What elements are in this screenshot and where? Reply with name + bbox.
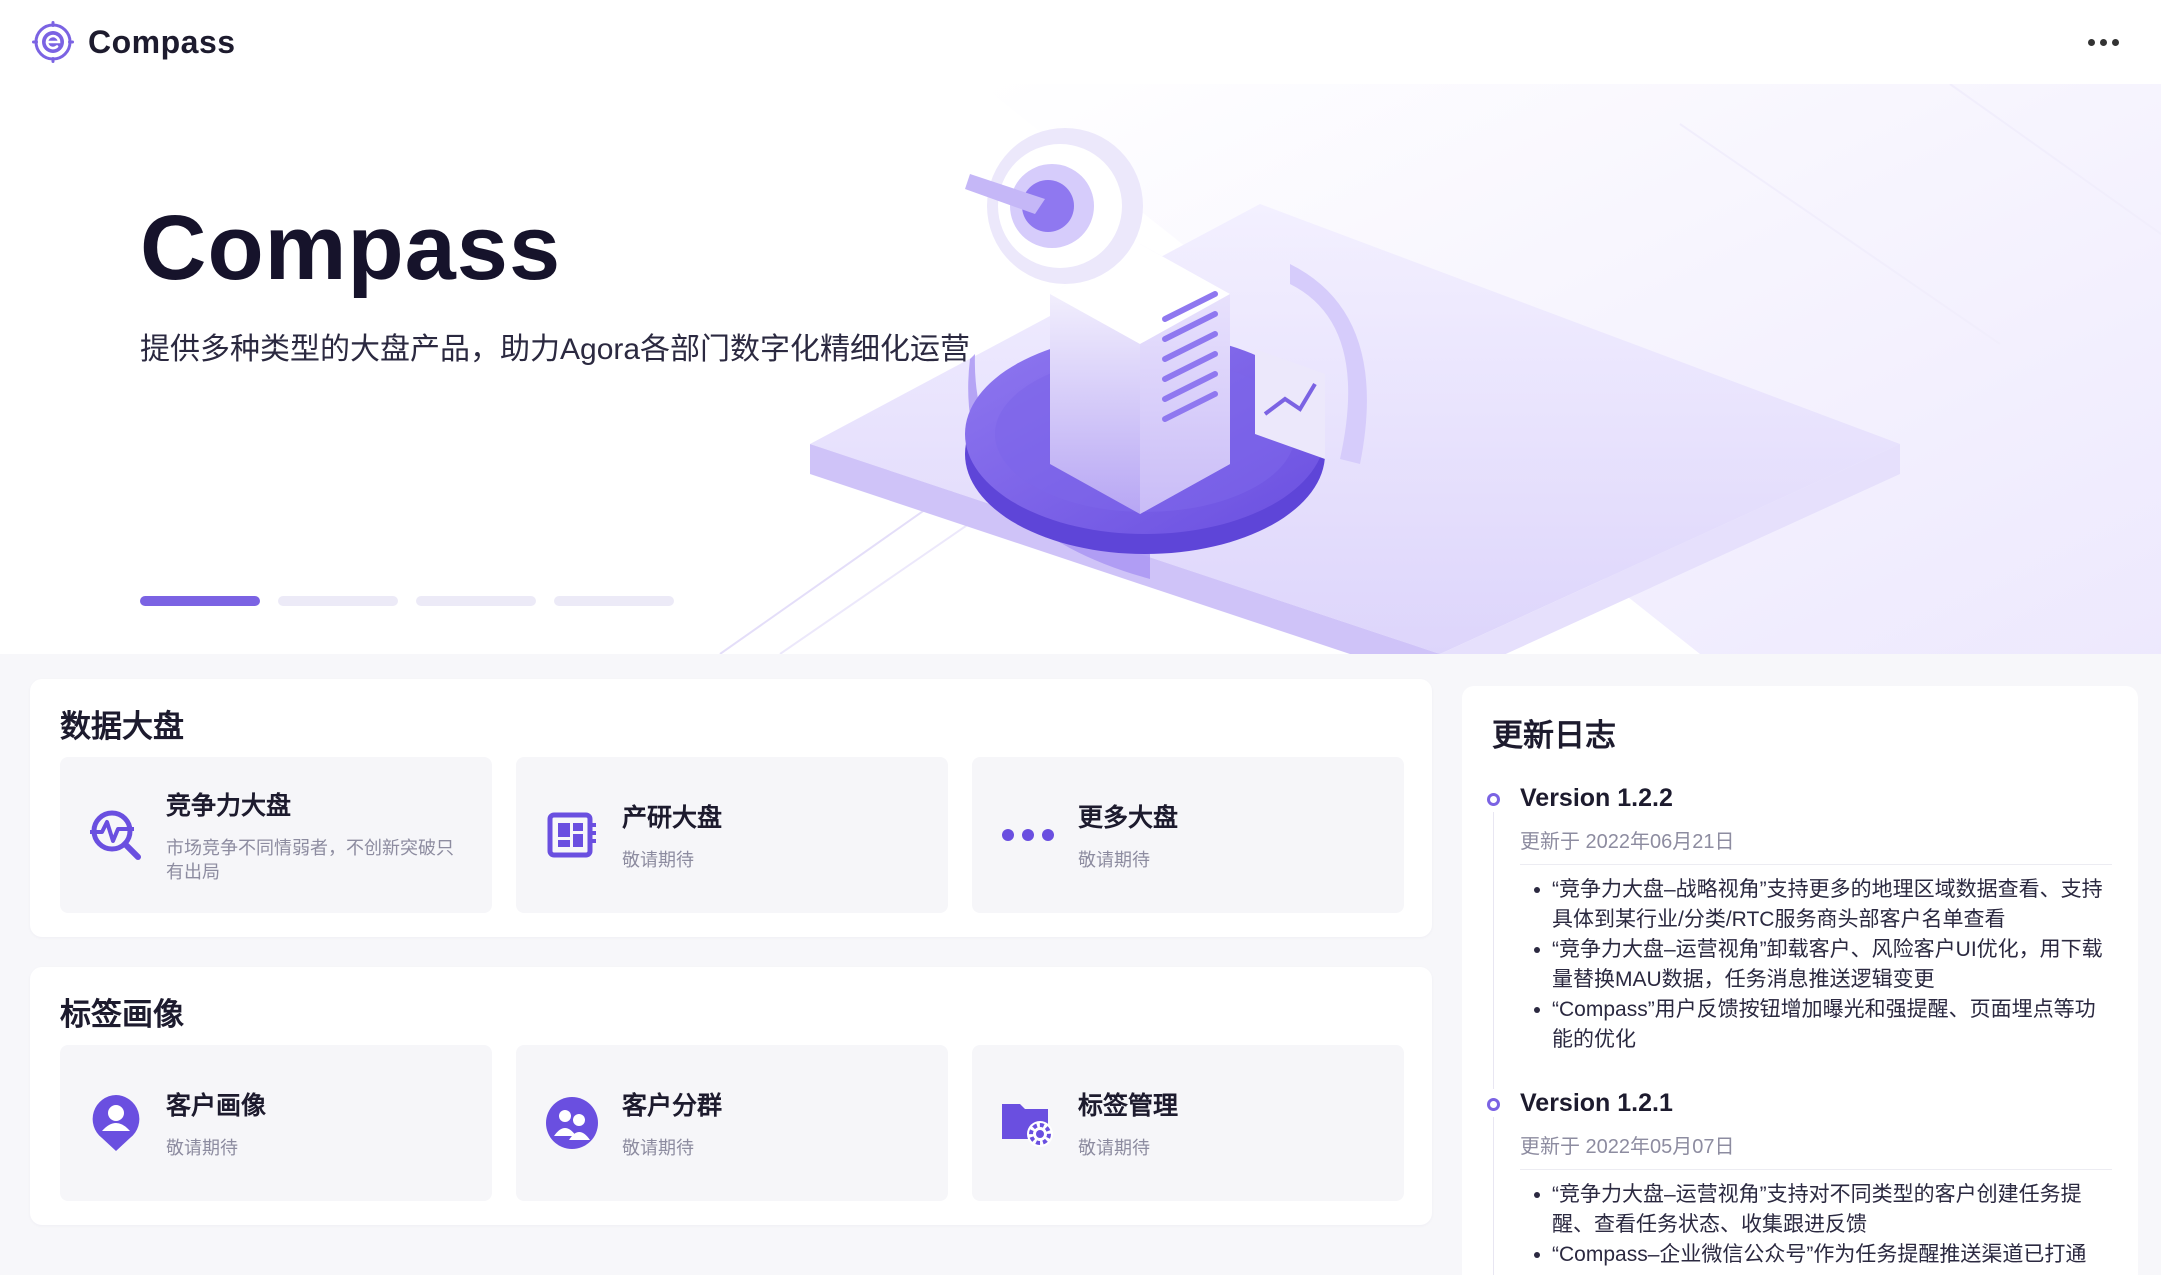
carousel-dot-2[interactable] [278,596,398,606]
version-name: Version 1.2.2 [1520,784,1673,812]
version-item: “Compass–企业微信公众号”作为任务提醒推送渠道已打通 [1520,1240,2112,1270]
card-desc: 市场竞争不同情弱者，不创新突破只有出局 [166,838,454,882]
compass-logo-icon [32,21,74,63]
more-dots-icon [2088,38,2095,46]
dashboards-cards: 竞争力大盘 市场竞争不同情弱者，不创新突破只有出局 产研大盘 敬请期待 更多大盘… [60,757,1404,913]
timeline-node-icon [1487,793,1500,806]
version-item: “Compass”用户反馈按钮增加曝光和强提醒、页面埋点等功能的优化 [1520,995,2112,1055]
version-items: “竞争力大盘–运营视角”支持对不同类型的客户创建任务提醒、查看任务状态、收集跟进… [1520,1180,2112,1270]
card-desc: 敬请期待 [166,1138,238,1158]
card-more-dashboards[interactable]: 更多大盘 敬请期待 [972,757,1404,913]
changelog-panel: 更新日志 Version 1.2.2 更新于 2022年06月21日 “竞争力大… [1462,686,2138,1275]
tags-title: 标签画像 [60,997,184,1032]
version-item: “竞争力大盘–战略视角”支持更多的地理区域数据查看、支持具体到某行业/分类/RT… [1520,875,2112,935]
card-title: 客户分群 [622,1092,723,1120]
card-rd-dashboard[interactable]: 产研大盘 敬请期待 [516,757,948,913]
card-title: 更多大盘 [1078,804,1179,832]
hero-subtitle: 提供多种类型的大盘产品，助力Agora各部门数字化精细化运营 [140,333,971,366]
carousel-dot-3[interactable] [416,596,536,606]
hero-banner: Compass 提供多种类型的大盘产品，助力Agora各部门数字化精细化运营 [0,84,2161,654]
brand-name: Compass [88,23,236,60]
card-desc: 敬请期待 [1078,850,1150,870]
card-tag-management[interactable]: 标签管理 敬请期待 [972,1045,1404,1201]
version-name: Version 1.2.1 [1520,1089,1673,1117]
carousel-dot-4[interactable] [554,596,674,606]
version-items: “竞争力大盘–战略视角”支持更多的地理区域数据查看、支持具体到某行业/分类/RT… [1520,875,2112,1055]
dashboard-grid-icon [540,803,604,867]
server-illustration [719,84,2161,654]
card-title: 竞争力大盘 [166,792,292,820]
changelog-timeline: Version 1.2.2 更新于 2022年06月21日 “竞争力大盘–战略视… [1487,784,2112,1275]
card-desc: 敬请期待 [622,850,694,870]
card-title: 产研大盘 [622,804,723,832]
carousel-pager [140,596,674,606]
card-desc: 敬请期待 [622,1138,694,1158]
user-pin-icon [84,1091,148,1155]
dashboards-title: 数据大盘 [60,709,184,744]
version-date: 更新于 2022年05月07日 [1520,1130,2112,1170]
card-title: 标签管理 [1078,1092,1179,1120]
tags-panel: 标签画像 客户画像 敬请期待 客户分群 敬请期待 标签管理 敬请期待 [30,967,1432,1225]
pulse-search-icon [84,803,148,867]
card-customer-portrait[interactable]: 客户画像 敬请期待 [60,1045,492,1201]
version-entry: Version 1.2.1 更新于 2022年05月07日 “竞争力大盘–运营视… [1487,1089,2112,1275]
top-bar: Compass [0,0,2161,84]
timeline-node-icon [1487,1098,1500,1111]
folder-gear-icon [996,1091,1060,1155]
brand[interactable]: Compass [30,19,236,65]
version-entry: Version 1.2.2 更新于 2022年06月21日 “竞争力大盘–战略视… [1487,784,2112,1089]
version-item: “竞争力大盘–运营视角”支持对不同类型的客户创建任务提醒、查看任务状态、收集跟进… [1520,1180,2112,1240]
timeline-rail [1493,1117,1494,1275]
tags-cards: 客户画像 敬请期待 客户分群 敬请期待 标签管理 敬请期待 [60,1045,1404,1201]
dashboards-panel: 数据大盘 竞争力大盘 市场竞争不同情弱者，不创新突破只有出局 产研大盘 敬请期待… [30,679,1432,937]
timeline-rail [1493,812,1494,1089]
card-title: 客户画像 [166,1092,267,1120]
carousel-dot-1[interactable] [140,596,260,606]
changelog-title: 更新日志 [1492,718,1616,753]
card-customer-segments[interactable]: 客户分群 敬请期待 [516,1045,948,1201]
more-menu-button[interactable] [2080,31,2127,54]
version-item: “竞争力大盘–运营视角”卸载客户、风险客户UI优化，用下载量替换MAU数据，任务… [1520,935,2112,995]
user-group-icon [540,1091,604,1155]
card-competitiveness-dashboard[interactable]: 竞争力大盘 市场竞争不同情弱者，不创新突破只有出局 [60,757,492,913]
hero-title: Compass [140,197,562,299]
card-desc: 敬请期待 [1078,1138,1150,1158]
more-dots-icon [996,803,1060,867]
version-date: 更新于 2022年06月21日 [1520,825,2112,865]
